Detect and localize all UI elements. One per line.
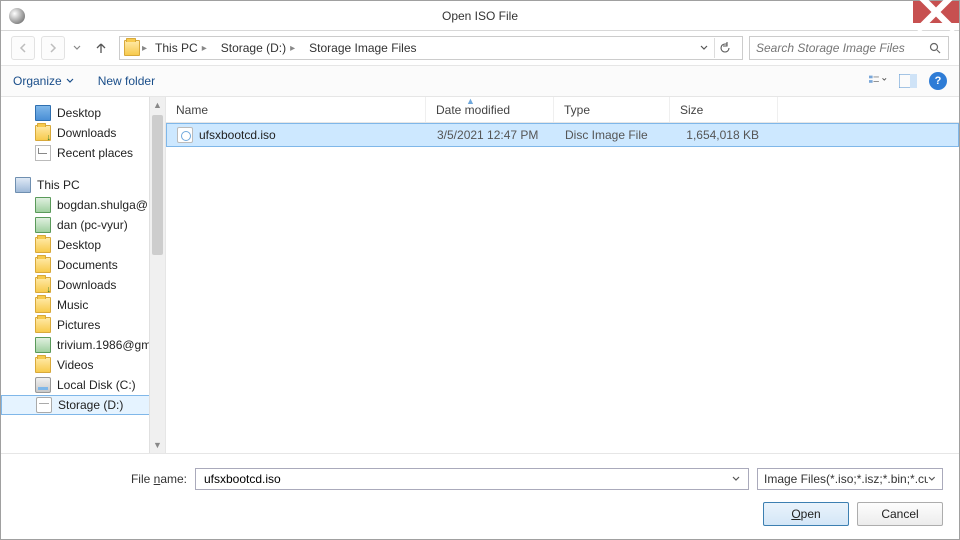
tree-item-music[interactable]: Music (1, 295, 165, 315)
tree-item-recent[interactable]: Recent places (1, 143, 165, 163)
search-box[interactable] (749, 36, 949, 60)
chevron-right-icon: ▸ (202, 43, 207, 54)
app-icon (9, 8, 25, 24)
filename-label: File name: (17, 472, 187, 486)
back-button[interactable] (11, 36, 35, 60)
desktop-icon (35, 105, 51, 121)
address-bar[interactable]: ▸ This PC▸ Storage (D:)▸ Storage Image F… (119, 36, 743, 60)
network-icon (35, 337, 51, 353)
col-name[interactable]: Name (166, 97, 426, 122)
organize-menu[interactable]: Organize (13, 74, 74, 88)
preview-pane-button[interactable] (899, 72, 917, 90)
breadcrumb-storage[interactable]: Storage (D:)▸ (215, 41, 301, 55)
filename-input[interactable] (200, 472, 728, 486)
tree-item-desktop2[interactable]: Desktop (1, 235, 165, 255)
chevron-down-icon (732, 476, 740, 482)
disk-icon (35, 377, 51, 393)
scroll-up-icon[interactable]: ▲ (150, 97, 165, 113)
refresh-button[interactable] (714, 38, 734, 58)
tree-item-pictures[interactable]: Pictures (1, 315, 165, 335)
network-icon (35, 197, 51, 213)
folder-icon (124, 40, 140, 56)
folder-icon (35, 237, 51, 253)
address-dropdown[interactable] (700, 45, 708, 51)
tree-scrollbar[interactable]: ▲ ▼ (149, 97, 165, 453)
window-title: Open ISO File (442, 9, 518, 23)
close-button[interactable] (913, 1, 959, 23)
folder-icon (35, 257, 51, 273)
downloads-icon (35, 125, 51, 141)
open-button[interactable]: Open (763, 502, 849, 526)
breadcrumb-thispc[interactable]: This PC▸ (149, 41, 213, 55)
breadcrumb-sep: ▸ (142, 43, 147, 54)
scroll-thumb[interactable] (152, 115, 163, 255)
chevron-down-icon (928, 476, 936, 482)
folder-icon (35, 357, 51, 373)
title-bar: Open ISO File (1, 1, 959, 31)
tree-item-downloads[interactable]: Downloads (1, 123, 165, 143)
col-date[interactable]: Date modified (426, 97, 554, 122)
toolbar: Organize New folder ? (1, 65, 959, 97)
folder-icon (35, 317, 51, 333)
refresh-icon (719, 42, 731, 54)
tree-item-downloads2[interactable]: Downloads (1, 275, 165, 295)
pc-icon (15, 177, 31, 193)
iso-file-icon (177, 127, 193, 143)
file-list[interactable]: ufsxbootcd.iso 3/5/2021 12:47 PM Disc Im… (166, 123, 959, 453)
file-size: 1,654,018 KB (671, 128, 779, 142)
new-folder-button[interactable]: New folder (98, 74, 155, 88)
main-area: Desktop Downloads Recent places This PC … (1, 97, 959, 453)
footer: File name: Image Files(*.iso;*.isz;*.bin… (1, 453, 959, 538)
view-icon (869, 74, 887, 88)
tree-item-thispc[interactable]: This PC (1, 175, 165, 195)
tree-item-netloc[interactable]: dan (pc-vyur) (1, 215, 165, 235)
view-options-button[interactable] (869, 72, 887, 90)
file-date: 3/5/2021 12:47 PM (427, 128, 555, 142)
file-name: ufsxbootcd.iso (199, 128, 276, 142)
nav-tree[interactable]: Desktop Downloads Recent places This PC … (1, 97, 166, 453)
tree-item-localdisk[interactable]: Local Disk (C:) (1, 375, 165, 395)
breadcrumb-folder[interactable]: Storage Image Files (303, 41, 422, 55)
tree-item-netloc[interactable]: bogdan.shulga@ (1, 195, 165, 215)
file-type-filter[interactable]: Image Files(*.iso;*.isz;*.bin;*.cue (757, 468, 943, 490)
chevron-down-icon (66, 78, 74, 84)
forward-button[interactable] (41, 36, 65, 60)
cancel-button[interactable]: Cancel (857, 502, 943, 526)
col-size[interactable]: Size (670, 97, 778, 122)
preview-pane-icon (899, 74, 917, 88)
file-row[interactable]: ufsxbootcd.iso 3/5/2021 12:47 PM Disc Im… (166, 123, 959, 147)
filename-dropdown[interactable] (728, 476, 744, 482)
sort-indicator-icon: ▲ (466, 96, 475, 106)
chevron-down-icon (700, 45, 708, 51)
nav-bar: ▸ This PC▸ Storage (D:)▸ Storage Image F… (1, 31, 959, 65)
arrow-left-icon (17, 42, 29, 54)
arrow-up-icon (95, 42, 107, 54)
tree-item-documents[interactable]: Documents (1, 255, 165, 275)
chevron-right-icon: ▸ (290, 43, 295, 54)
file-type: Disc Image File (555, 128, 671, 142)
close-icon (913, 0, 959, 35)
arrow-right-icon (47, 42, 59, 54)
chevron-down-icon (73, 45, 81, 51)
drive-icon (36, 397, 52, 413)
downloads-icon (35, 277, 51, 293)
tree-item-desktop[interactable]: Desktop (1, 103, 165, 123)
tree-item-storage[interactable]: Storage (D:) (1, 395, 165, 415)
search-input[interactable] (756, 41, 916, 55)
col-type[interactable]: Type (554, 97, 670, 122)
history-dropdown[interactable] (71, 36, 83, 60)
scroll-down-icon[interactable]: ▼ (150, 437, 165, 453)
up-button[interactable] (93, 40, 109, 56)
column-headers: ▲ Name Date modified Type Size (166, 97, 959, 123)
folder-icon (35, 297, 51, 313)
file-list-area: ▲ Name Date modified Type Size ufsxbootc… (166, 97, 959, 453)
search-icon (929, 42, 942, 55)
filename-combobox[interactable] (195, 468, 749, 490)
recent-icon (35, 145, 51, 161)
tree-item-netloc[interactable]: trivium.1986@gm (1, 335, 165, 355)
network-icon (35, 217, 51, 233)
help-button[interactable]: ? (929, 72, 947, 90)
tree-item-videos[interactable]: Videos (1, 355, 165, 375)
